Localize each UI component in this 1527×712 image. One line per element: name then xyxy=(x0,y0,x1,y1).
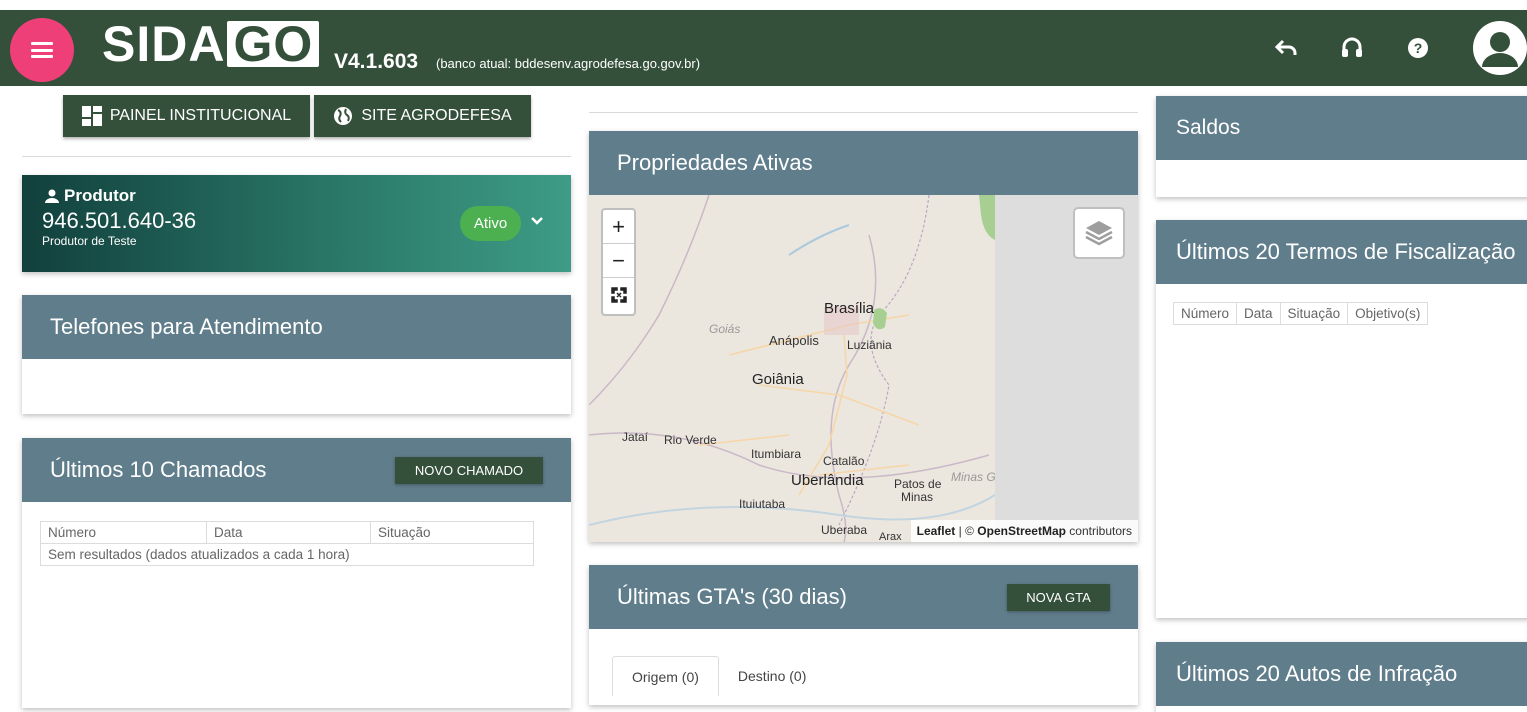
zoom-control: + − xyxy=(601,208,636,316)
map-label: Jataí xyxy=(622,430,649,444)
column-header: Número xyxy=(40,521,207,544)
column-header: Data xyxy=(1236,302,1281,325)
tab-destino[interactable]: Destino (0) xyxy=(719,656,825,696)
divider xyxy=(589,112,1138,113)
menu-icon xyxy=(31,42,53,58)
produtor-label: Produtor xyxy=(64,186,136,205)
top-bar: SIDA GO V4.1.603 (banco atual: bddesenv.a… xyxy=(0,10,1527,86)
bank-info: (banco atual: bddesenv.agrodefesa.go.gov… xyxy=(436,56,701,71)
site-agrodefesa-button[interactable]: SITE AGRODEFESA xyxy=(314,95,531,137)
map-label: Catalão xyxy=(823,454,865,468)
map-label: Uberlândia xyxy=(791,472,864,489)
zoom-out-button[interactable]: − xyxy=(603,244,634,278)
termos-table: Número Data Situação Objetivo(s) xyxy=(1172,302,1429,325)
saldos-card: Saldos xyxy=(1156,96,1527,197)
zoom-in-button[interactable]: + xyxy=(603,210,634,244)
map-label: Brasília xyxy=(824,300,875,317)
undo-icon[interactable] xyxy=(1275,37,1297,59)
empty-message: Sem resultados (dados atualizados a cada… xyxy=(40,543,534,566)
termos-title: Últimos 20 Termos de Fiscalização xyxy=(1156,220,1527,284)
produtor-card: Produtor 946.501.640-36 Produtor de Test… xyxy=(22,175,571,272)
globe-icon xyxy=(334,107,353,125)
version-label: V4.1.603 xyxy=(334,50,419,73)
map-label: Rio Verde xyxy=(664,433,717,447)
map-label: Arax xyxy=(879,531,902,542)
fullscreen-icon xyxy=(610,287,627,303)
column-header: Objetivo(s) xyxy=(1347,302,1429,325)
propriedades-title: Propriedades Ativas xyxy=(589,131,1138,195)
produtor-number: 946.501.640-36 xyxy=(42,208,197,233)
telefones-title: Telefones para Atendimento xyxy=(22,295,571,359)
map-label: Goiás xyxy=(709,322,741,336)
nova-gta-button[interactable]: NOVA GTA xyxy=(1007,584,1110,611)
map-attribution: Leaflet | © OpenStreetMap contributors xyxy=(910,520,1138,542)
dashboard-icon xyxy=(81,106,102,126)
column-header: Número xyxy=(1172,302,1238,325)
status-badge: Ativo xyxy=(460,206,521,241)
chamados-card: Últimos 10 Chamados NOVO CHAMADO Número … xyxy=(22,438,571,708)
help-icon[interactable]: ? xyxy=(1407,37,1429,59)
app-logo: SIDA GO xyxy=(102,16,320,72)
leaflet-link[interactable]: Leaflet xyxy=(917,524,956,538)
tab-origem[interactable]: Origem (0) xyxy=(612,656,719,696)
layers-button[interactable] xyxy=(1073,207,1125,259)
autos-card: Últimos 20 Autos de Infração xyxy=(1156,642,1527,712)
map[interactable]: Brasília Goiás Anápolis Luziânia Goiânia… xyxy=(589,195,1138,542)
map-label: Goiânia xyxy=(752,371,804,388)
column-header: Situação xyxy=(1279,302,1349,325)
chamados-table: Número Data Situação Sem resultados (dad… xyxy=(40,521,534,566)
person-icon xyxy=(45,189,59,203)
osm-link[interactable]: OpenStreetMap xyxy=(977,524,1066,538)
map-label: Ituiutaba xyxy=(739,497,786,511)
chamados-title: Últimos 10 Chamados xyxy=(50,457,267,482)
map-label: Luziânia xyxy=(847,338,892,352)
map-label: Anápolis xyxy=(769,333,819,348)
map-label: Itumbiara xyxy=(751,447,802,461)
map-label: Patos de xyxy=(894,477,942,491)
account-icon[interactable] xyxy=(1473,21,1527,75)
column-header: Situação xyxy=(370,521,534,544)
painel-institucional-button[interactable]: PAINEL INSTITUCIONAL xyxy=(63,95,310,137)
map-label: Minas xyxy=(901,490,934,504)
gta-tabs: Origem (0) Destino (0) xyxy=(612,656,825,696)
divider xyxy=(22,156,571,157)
chevron-down-icon[interactable] xyxy=(529,213,545,229)
svg-text:?: ? xyxy=(1414,40,1423,56)
gtas-title: Últimas GTA's (30 dias) xyxy=(617,584,847,609)
column-header: Data xyxy=(206,521,371,544)
headset-icon[interactable] xyxy=(1341,37,1363,59)
novo-chamado-button[interactable]: NOVO CHAMADO xyxy=(395,457,543,484)
autos-title: Últimos 20 Autos de Infração xyxy=(1156,642,1527,706)
termos-card: Últimos 20 Termos de Fiscalização Número… xyxy=(1156,220,1527,618)
fullscreen-button[interactable] xyxy=(603,278,634,312)
map-label: Uberaba xyxy=(821,523,868,537)
telefones-card: Telefones para Atendimento xyxy=(22,295,571,414)
produtor-name: Produtor de Teste xyxy=(42,234,137,248)
saldos-title: Saldos xyxy=(1156,96,1527,160)
layers-icon xyxy=(1085,221,1113,246)
menu-button[interactable] xyxy=(10,18,74,82)
